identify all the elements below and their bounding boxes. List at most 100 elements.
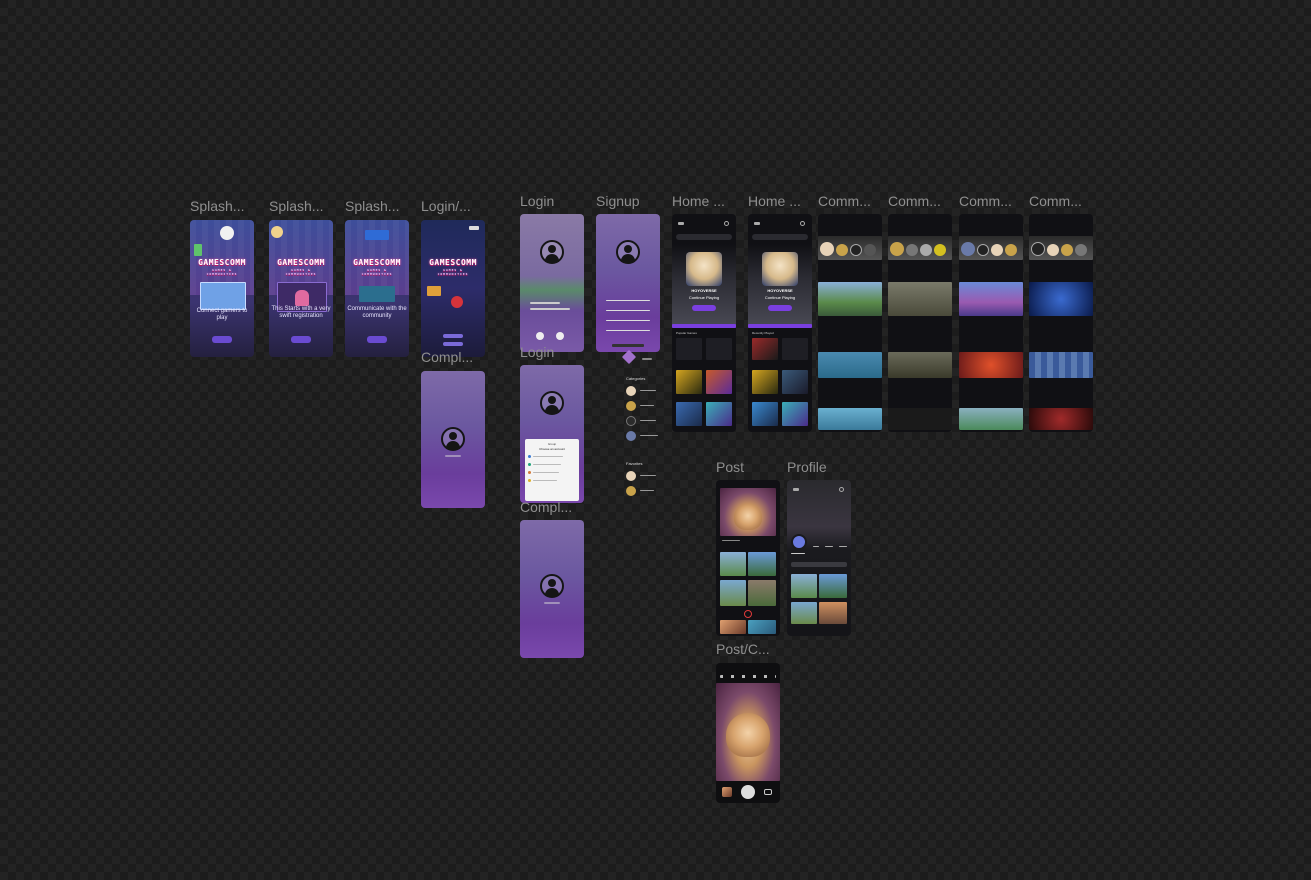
post-image[interactable]	[818, 282, 882, 316]
frame-label-complete-2[interactable]: Compl...	[520, 499, 572, 515]
frame-label-comm-4[interactable]: Comm...	[1029, 193, 1082, 209]
menu-icon[interactable]	[754, 222, 760, 225]
story-avatar[interactable]	[864, 244, 876, 256]
frame-profile[interactable]	[787, 480, 851, 636]
favorite-name[interactable]	[640, 490, 654, 491]
google-login-icon[interactable]	[536, 332, 544, 340]
favorite-name[interactable]	[640, 475, 656, 476]
user-avatar-icon[interactable]	[441, 427, 465, 451]
frame-community-2[interactable]	[888, 214, 952, 432]
story-avatar[interactable]	[961, 242, 975, 256]
post-image[interactable]	[1029, 352, 1093, 378]
game-thumbnail[interactable]	[676, 402, 702, 426]
frame-community-3[interactable]	[959, 214, 1023, 432]
confirm-password-field[interactable]	[606, 330, 650, 331]
frame-label-home-1[interactable]: Home ...	[672, 193, 725, 209]
frame-login-splash[interactable]: GAMESCOMM GAMES & COMMUNITIES	[421, 220, 485, 357]
account-row[interactable]	[533, 480, 557, 481]
frame-label-post-camera[interactable]: Post/C...	[716, 641, 770, 657]
frame-splash-2[interactable]: GAMESCOMM GAMES & COMMUNITIES This Starts…	[269, 220, 333, 357]
game-thumbnail[interactable]	[676, 370, 702, 394]
story-avatar[interactable]	[1005, 244, 1017, 256]
gallery-thumb[interactable]	[720, 580, 746, 606]
stat-followers[interactable]	[825, 546, 833, 547]
play-button[interactable]	[692, 305, 716, 311]
post-image[interactable]	[959, 282, 1023, 316]
selected-photo[interactable]	[720, 488, 776, 536]
user-avatar-icon[interactable]	[540, 391, 564, 415]
frame-label-post[interactable]: Post	[716, 459, 744, 475]
username-field[interactable]	[530, 302, 560, 304]
next-button[interactable]	[291, 336, 311, 343]
profile-post-thumb[interactable]	[791, 574, 817, 598]
shutter-button[interactable]	[741, 785, 755, 799]
gallery-thumb[interactable]	[748, 580, 776, 606]
gallery-icon[interactable]	[722, 787, 732, 797]
frame-community-4[interactable]	[1029, 214, 1093, 432]
post-image[interactable]	[959, 352, 1023, 378]
frame-home-2[interactable]: HOYOVERSE Continue Playing Recently Play…	[748, 214, 812, 432]
category-avatar[interactable]	[626, 431, 636, 441]
frame-label-login-2[interactable]: Login	[520, 344, 554, 360]
story-avatar[interactable]	[1061, 244, 1073, 256]
category-avatar[interactable]	[626, 401, 636, 411]
signup-button[interactable]	[612, 344, 644, 347]
story-avatar[interactable]	[934, 244, 946, 256]
profile-post-thumb[interactable]	[819, 602, 847, 624]
game-thumbnail[interactable]	[752, 370, 778, 394]
search-input[interactable]	[752, 234, 808, 240]
post-image[interactable]	[1029, 282, 1093, 316]
account-row[interactable]	[533, 464, 561, 465]
frame-community-1[interactable]	[818, 214, 882, 432]
game-thumbnail[interactable]	[706, 370, 732, 394]
refresh-icon[interactable]	[800, 221, 805, 226]
frame-label-profile[interactable]: Profile	[787, 459, 827, 475]
add-post-icon[interactable]	[744, 610, 752, 618]
category-avatar[interactable]	[626, 386, 636, 396]
profile-post-thumb[interactable]	[791, 602, 817, 624]
story-avatar[interactable]	[820, 242, 834, 256]
frame-label-comm-2[interactable]: Comm...	[888, 193, 941, 209]
post-image[interactable]	[888, 408, 952, 430]
frame-label-signup[interactable]: Signup	[596, 193, 640, 209]
menu-icon[interactable]	[793, 488, 799, 491]
frame-post[interactable]	[716, 480, 780, 636]
frame-login[interactable]	[520, 214, 584, 352]
game-thumbnail[interactable]	[782, 402, 808, 426]
frame-label-comm-1[interactable]: Comm...	[818, 193, 871, 209]
category-avatar[interactable]	[626, 416, 636, 426]
story-avatar[interactable]	[890, 242, 904, 256]
caption-field[interactable]	[722, 540, 740, 541]
frame-label-splash-1[interactable]: Splash...	[190, 198, 244, 214]
frame-home-1[interactable]: HOYOVERSE Continue Playing Popular Games	[672, 214, 736, 432]
user-avatar-icon[interactable]	[540, 240, 564, 264]
user-avatar-icon[interactable]	[540, 574, 564, 598]
frame-label-home-2[interactable]: Home ...	[748, 193, 801, 209]
story-avatar[interactable]	[906, 244, 918, 256]
game-card[interactable]	[706, 338, 732, 360]
story-avatar[interactable]	[920, 244, 932, 256]
game-thumbnail[interactable]	[782, 370, 808, 394]
game-card[interactable]	[676, 338, 702, 360]
refresh-icon[interactable]	[839, 487, 844, 492]
search-input[interactable]	[676, 234, 732, 240]
refresh-icon[interactable]	[724, 221, 729, 226]
gallery-thumb[interactable]	[748, 552, 776, 576]
post-image[interactable]	[818, 352, 882, 378]
frame-label-comm-3[interactable]: Comm...	[959, 193, 1012, 209]
stat-posts[interactable]	[813, 546, 819, 547]
user-avatar-icon[interactable]	[616, 240, 640, 264]
post-image[interactable]	[888, 282, 952, 316]
frame-splash-1[interactable]: GAMESCOMM GAMES & COMMUNITIES Connect gam…	[190, 220, 254, 357]
menu-icon[interactable]	[678, 222, 684, 225]
next-button[interactable]	[212, 336, 232, 343]
frame-label-login-splash[interactable]: Login/...	[421, 198, 471, 214]
category-name[interactable]	[640, 435, 658, 436]
menu-dots-icon[interactable]	[642, 358, 652, 360]
frame-complete-profile-1[interactable]	[421, 371, 485, 508]
profile-post-thumb[interactable]	[819, 574, 847, 598]
profile-avatar[interactable]	[791, 534, 807, 550]
story-avatar[interactable]	[1075, 244, 1087, 256]
camera-toolbar-icons[interactable]	[720, 675, 776, 678]
edit-profile-button[interactable]	[791, 562, 847, 567]
